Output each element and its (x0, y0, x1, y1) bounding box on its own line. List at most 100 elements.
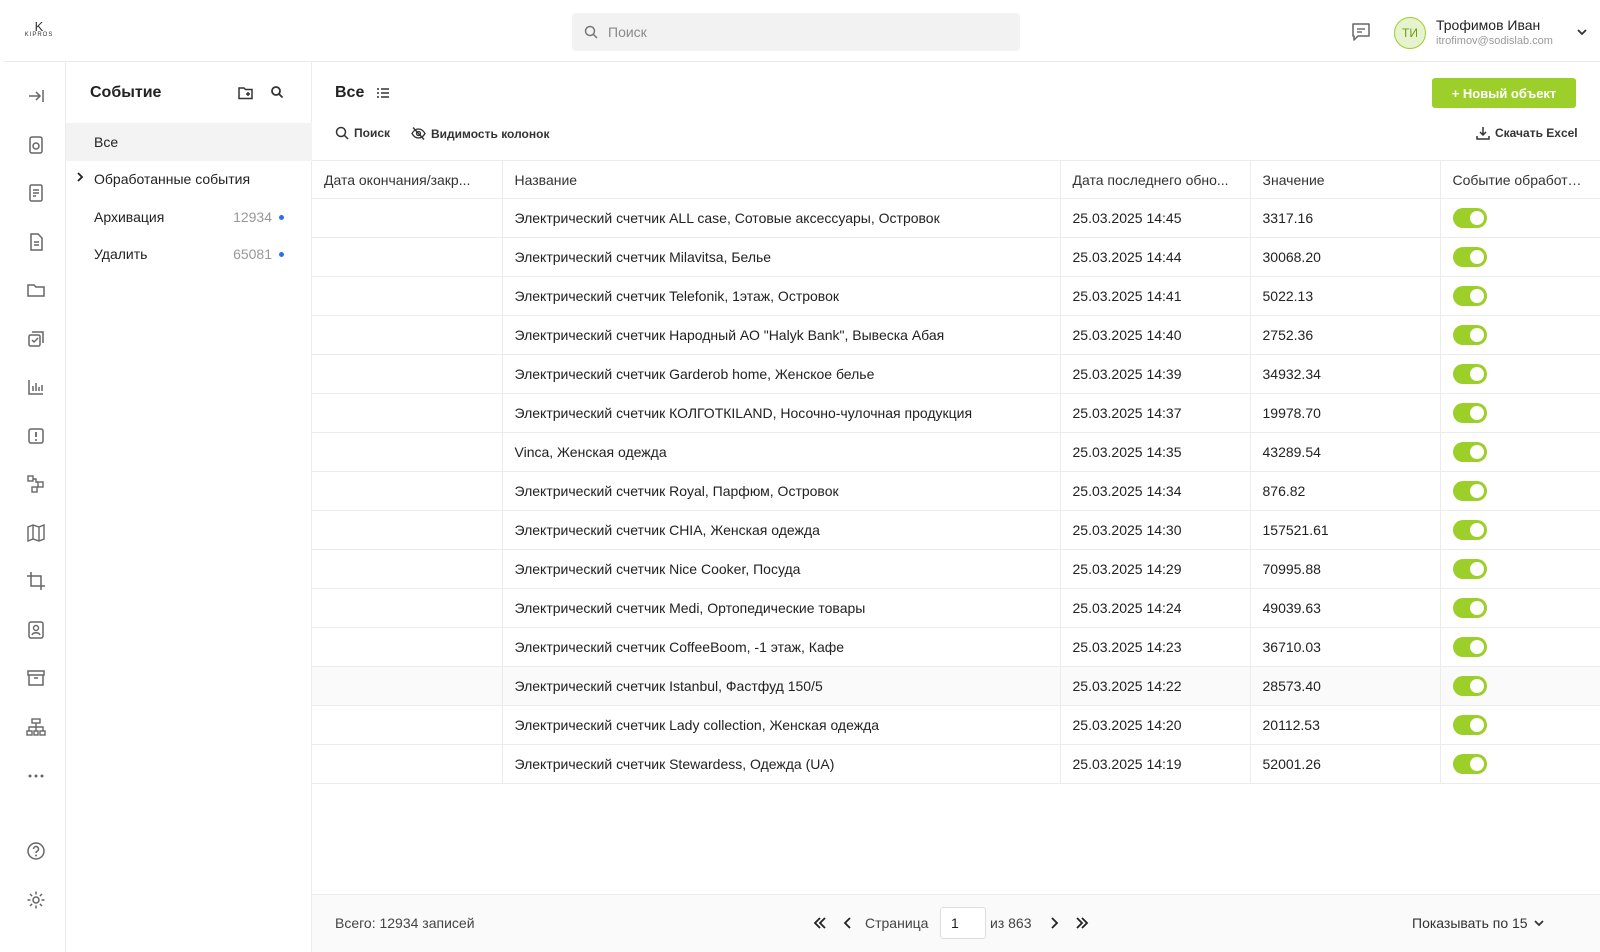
cell-value: 20112.53 (1250, 705, 1441, 745)
app-logo[interactable]: K KIPROS (22, 19, 56, 38)
global-search[interactable] (572, 13, 1020, 51)
page-label: Страница (865, 915, 929, 931)
table-row[interactable]: Электрический счетчик Royal, Парфюм, Ост… (312, 471, 1600, 511)
page-number-input[interactable] (940, 907, 986, 939)
form-icon[interactable] (26, 183, 46, 203)
chart-icon[interactable] (26, 377, 46, 397)
cell-processed (1440, 705, 1600, 745)
table-row[interactable]: Электрический счетчик Milavitsa, Белье 25… (312, 237, 1600, 277)
processed-toggle[interactable] (1452, 715, 1487, 735)
processed-toggle[interactable] (1452, 559, 1487, 579)
map-icon[interactable] (26, 523, 46, 543)
folder-add-icon[interactable] (238, 85, 254, 101)
processed-toggle[interactable] (1452, 598, 1487, 618)
cell-end-date (312, 666, 503, 706)
page-size-select[interactable]: Показывать по 15 (1412, 915, 1544, 931)
cell-value: 2752.36 (1250, 315, 1441, 355)
processed-toggle[interactable] (1452, 403, 1487, 423)
table-row[interactable]: Vinca, Женская одежда 25.03.2025 14:35 432… (312, 432, 1600, 472)
processed-toggle[interactable] (1452, 637, 1487, 657)
nodes-icon[interactable] (26, 474, 46, 494)
chevron-down-icon (1533, 920, 1544, 927)
column-visibility-button[interactable]: Видимость колонок (411, 126, 549, 141)
cell-name: Vinca, Женская одежда (502, 432, 1061, 472)
user-name[interactable]: Трофимов Иван (1436, 17, 1540, 33)
chevron-down-icon[interactable] (1576, 26, 1588, 38)
cell-updated: 25.03.2025 14:30 (1060, 510, 1251, 550)
column-header-end-date[interactable]: Дата окончания/закр... (312, 160, 503, 199)
more-icon[interactable] (26, 766, 46, 786)
table-row[interactable]: Электрический счетчик Garderob home, Жен… (312, 354, 1600, 394)
chevron-right-icon[interactable] (75, 172, 85, 182)
table-row[interactable]: Электрический счетчик Medi, Ортопедическ… (312, 588, 1600, 628)
processed-toggle[interactable] (1452, 676, 1487, 696)
table-row[interactable]: Электрический счетчик Telefonik, 1этаж, … (312, 276, 1600, 316)
next-page-icon[interactable] (1046, 915, 1062, 931)
contact-icon[interactable] (26, 620, 46, 640)
first-page-icon[interactable] (812, 915, 828, 931)
column-header-updated[interactable]: Дата последнего обно... (1060, 160, 1251, 199)
total-records: Всего: 12934 записей (335, 915, 475, 931)
prev-page-icon[interactable] (840, 915, 856, 931)
processed-toggle[interactable] (1452, 247, 1487, 267)
cell-end-date (312, 549, 503, 589)
list-icon[interactable] (376, 86, 390, 100)
table-search-label: Поиск (354, 126, 391, 140)
table-row[interactable]: Электрический счетчик Istanbul, Фастфуд … (312, 666, 1600, 706)
column-header-processed[interactable]: Событие обработано? (1440, 160, 1600, 199)
folder-panel: Событие Все Обработанные события Архивац… (66, 62, 312, 952)
processed-toggle[interactable] (1452, 754, 1487, 774)
table-search-button[interactable]: Поиск (335, 126, 390, 140)
collapse-icon[interactable] (26, 86, 46, 106)
search-icon[interactable] (270, 85, 284, 99)
hierarchy-icon[interactable] (26, 717, 46, 737)
search-input[interactable] (608, 13, 1008, 51)
processed-toggle[interactable] (1452, 364, 1487, 384)
settings-icon[interactable] (26, 890, 46, 910)
table-row[interactable]: Электрический счетчик КОЛГОТКILAND, Носо… (312, 393, 1600, 433)
cell-processed (1440, 393, 1600, 433)
archive-icon[interactable] (26, 668, 46, 688)
table-row[interactable]: Электрический счетчик CHIA, Женская одеж… (312, 510, 1600, 550)
chat-icon[interactable] (1350, 21, 1372, 43)
cell-end-date (312, 198, 503, 238)
processed-toggle[interactable] (1452, 442, 1487, 462)
table-row[interactable]: Электрический счетчик Lady collection, Ж… (312, 705, 1600, 745)
logo-mark: K (34, 19, 44, 34)
cell-name: Электрический счетчик Lady collection, Ж… (502, 705, 1061, 745)
cell-processed (1440, 315, 1600, 355)
table-row[interactable]: Электрический счетчик Stewardess, Одежда… (312, 744, 1600, 784)
folder-item-delete[interactable]: Удалить 65081 (66, 235, 312, 273)
processed-toggle[interactable] (1452, 286, 1487, 306)
top-bar: K KIPROS ТИ Трофимов Иван itrofimov@sodi… (4, 0, 1600, 62)
processed-toggle[interactable] (1452, 520, 1487, 540)
folder-item-all[interactable]: Все (66, 123, 312, 161)
document-icon[interactable] (26, 232, 46, 252)
processed-toggle[interactable] (1452, 208, 1487, 228)
processed-toggle[interactable] (1452, 481, 1487, 501)
alert-icon[interactable] (26, 426, 46, 446)
help-icon[interactable] (26, 841, 46, 861)
column-header-name[interactable]: Название (502, 160, 1061, 199)
table-row[interactable]: Электрический счетчик Народный АО "Halyk… (312, 315, 1600, 355)
new-object-button[interactable]: + Новый объект (1432, 78, 1576, 108)
table-row[interactable]: Электрический счетчик ALL case, Сотовые … (312, 198, 1600, 238)
cell-processed (1440, 198, 1600, 238)
tasks-icon[interactable] (26, 329, 46, 349)
cell-updated: 25.03.2025 14:29 (1060, 549, 1251, 589)
folder-icon[interactable] (26, 280, 46, 300)
crop-icon[interactable] (26, 571, 46, 591)
column-header-value[interactable]: Значение (1250, 160, 1441, 199)
cell-end-date (312, 315, 503, 355)
device-icon[interactable] (26, 135, 46, 155)
processed-toggle[interactable] (1452, 325, 1487, 345)
table-row[interactable]: Электрический счетчик Nice Cooker, Посуд… (312, 549, 1600, 589)
table-row[interactable]: Электрический счетчик CoffeeBoom, -1 эта… (312, 627, 1600, 667)
cell-name: Электрический счетчик Istanbul, Фастфуд … (502, 666, 1061, 706)
folder-item-processed[interactable]: Обработанные события (66, 160, 312, 198)
last-page-icon[interactable] (1074, 915, 1090, 931)
folder-item-archive[interactable]: Архивация 12934 (66, 198, 312, 236)
download-excel-button[interactable]: Скачать Excel (1476, 126, 1578, 140)
panel-title: Событие (90, 84, 162, 101)
avatar[interactable]: ТИ (1394, 17, 1426, 49)
